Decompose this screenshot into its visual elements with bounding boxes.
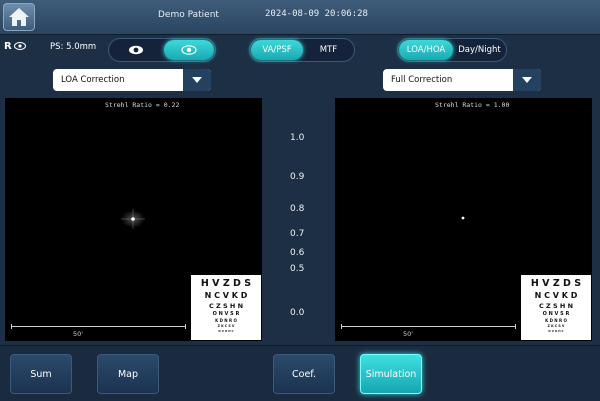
chart-row: K D N R O: [215, 318, 237, 323]
right-psf-spot: [461, 216, 465, 220]
right-scale-label: 50': [403, 330, 414, 338]
tab-simulation[interactable]: Simulation: [360, 354, 422, 394]
chart-row: O N V S R: [212, 311, 240, 317]
va-mark: 0.7: [290, 229, 305, 239]
chart-row: N C V K D: [204, 291, 248, 300]
left-psf-panel: Strehl Ratio = 0.22 50' H V Z D S N C V …: [5, 98, 262, 341]
right-eye-chart: H V Z D S N C V K D C Z S H N O N V S R …: [521, 275, 591, 340]
left-eye-button[interactable]: [110, 40, 162, 60]
chart-row: Z K C S V: [547, 324, 565, 328]
eye-icon: [14, 42, 26, 50]
exam-datetime: 2024-08-09 20:06:28: [265, 9, 368, 19]
chart-row: D V O H C: [548, 329, 564, 333]
left-scale-label: 50': [73, 330, 84, 338]
eye-icon: [129, 45, 143, 55]
right-scale-bar: [341, 326, 516, 327]
chart-row: C Z S H N: [538, 302, 574, 310]
chart-row: C Z S H N: [208, 302, 244, 310]
va-mark: 0.5: [290, 264, 305, 274]
left-correction-select[interactable]: LOA Correction: [53, 69, 211, 91]
chart-row: O N V S R: [542, 311, 570, 317]
left-correction-value: LOA Correction: [61, 75, 125, 85]
tab-mtf[interactable]: MTF: [304, 40, 353, 60]
va-mark: 0.0: [290, 308, 305, 318]
chart-row: D V O H C: [218, 329, 234, 333]
scale-tick: [515, 324, 516, 329]
va-mark: 1.0: [290, 133, 305, 143]
chart-row: Z K C S V: [217, 324, 235, 328]
va-mark: 0.9: [290, 172, 305, 182]
right-correction-value: Full Correction: [391, 75, 453, 85]
tab-sum[interactable]: Sum: [10, 354, 72, 394]
home-icon: [9, 8, 29, 26]
left-eye-chart: H V Z D S N C V K D C Z S H N O N V S R …: [191, 275, 261, 340]
right-correction-select[interactable]: Full Correction: [383, 69, 541, 91]
scale-tick: [185, 324, 186, 329]
va-mark: 0.8: [290, 204, 305, 214]
left-strehl-ratio: Strehl Ratio = 0.22: [105, 101, 180, 109]
eye-side-label: R: [4, 41, 12, 52]
eye-icon: [181, 45, 197, 55]
right-psf-panel: Strehl Ratio = 1.00 50' H V Z D S N C V …: [335, 98, 592, 341]
right-strehl-ratio: Strehl Ratio = 1.00: [435, 101, 510, 109]
tab-loa-hoa[interactable]: LOA/HOA: [399, 40, 453, 60]
chevron-down-icon: [513, 69, 541, 91]
left-scale-bar: [11, 326, 186, 327]
tab-day-night[interactable]: Day/Night: [454, 40, 505, 60]
scale-tick: [341, 324, 342, 329]
left-psf-spot: [121, 209, 145, 229]
scale-tick: [11, 324, 12, 329]
tab-va-psf[interactable]: VA/PSF: [251, 40, 303, 60]
patient-name: Demo Patient: [158, 10, 219, 20]
chevron-down-icon: [183, 69, 211, 91]
right-eye-button[interactable]: [164, 40, 214, 60]
chart-row: N C V K D: [534, 291, 578, 300]
chart-row: H V Z D S: [530, 278, 582, 289]
tab-map[interactable]: Map: [97, 354, 159, 394]
chart-row: K D N R O: [545, 318, 567, 323]
pupil-size: PS: 5.0mm: [50, 42, 97, 52]
tab-coef[interactable]: Coef.: [273, 354, 335, 394]
home-button[interactable]: [3, 3, 35, 31]
chart-row: H V Z D S: [200, 278, 252, 289]
va-mark: 0.6: [290, 248, 305, 258]
